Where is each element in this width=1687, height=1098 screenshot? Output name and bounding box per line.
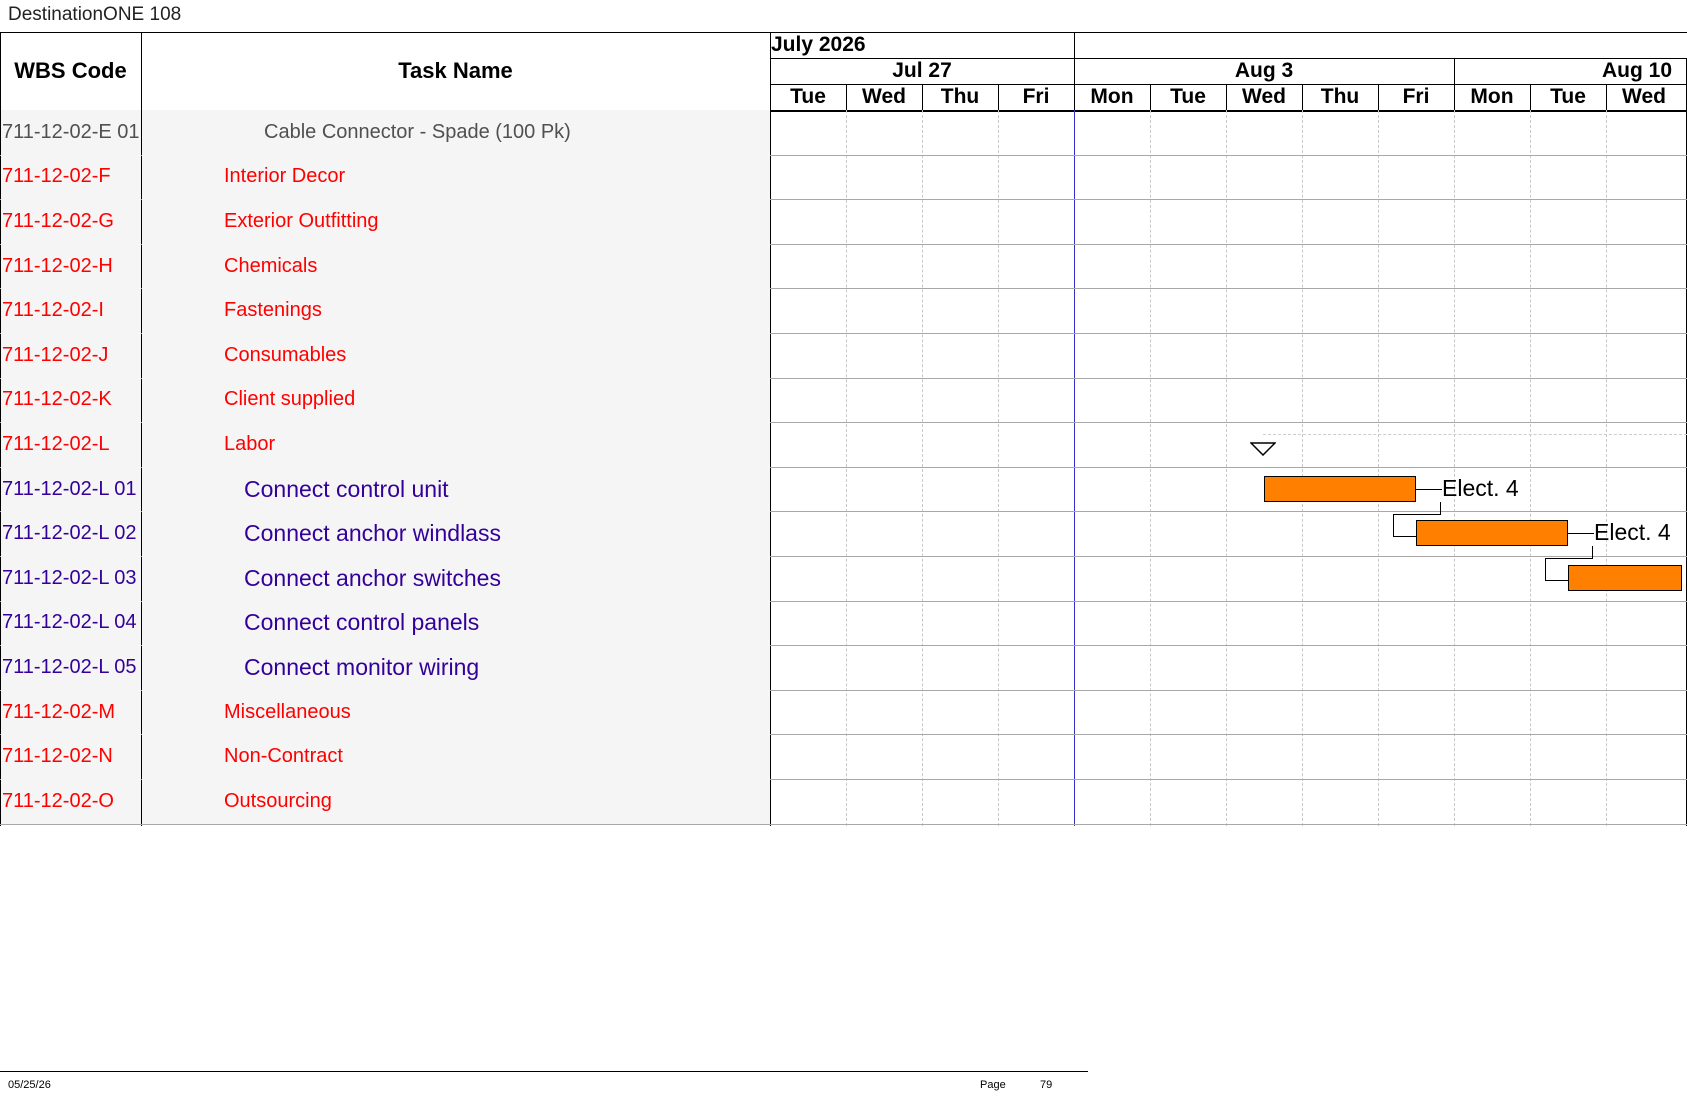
day-header: Fri [1022, 85, 1050, 108]
day-divider [998, 84, 999, 110]
day-guide [922, 110, 923, 826]
day-header: Mon [1470, 85, 1514, 108]
document-title: DestinationONE 108 [8, 4, 182, 25]
day-guide [1226, 110, 1227, 826]
wbs-code-cell: 711-12-02-L [1, 422, 141, 467]
grid-top-border [0, 32, 1687, 33]
task-name-cell[interactable]: Interior Decor [142, 154, 770, 200]
page-number: 79 [1040, 1079, 1053, 1091]
task-name-cell[interactable]: Client supplied [142, 377, 770, 423]
wbs-code-cell: 711-12-02-J [1, 333, 141, 378]
wbs-column-header[interactable]: WBS Code [0, 32, 141, 110]
wbs-code-cell: 711-12-02-E 01 [1, 110, 141, 155]
resource-leader [1416, 488, 1442, 490]
print-date: 05/25/26 [8, 1079, 51, 1091]
resource-leader [1568, 533, 1594, 535]
task-name-cell[interactable]: Connect anchor windlass [142, 511, 770, 556]
task-bar[interactable] [1264, 475, 1416, 502]
task-name-cell[interactable]: Labor [142, 422, 770, 467]
day-header: Tue [790, 85, 826, 108]
wbs-code-cell: 711-12-02-G [1, 199, 141, 244]
column-divider [770, 32, 771, 826]
dependency-link [1393, 513, 1417, 537]
day-divider [1378, 84, 1379, 110]
gantt-grid: WBS Code Task Name July 2026 Jul 27 Aug 3… [0, 32, 1687, 826]
dependency-link [1545, 580, 1569, 582]
wbs-code-cell: 711-12-02-M [1, 689, 141, 735]
row-divider [0, 823, 1687, 825]
summary-span [1263, 434, 1687, 436]
task-name-cell[interactable]: Connect monitor wiring [142, 645, 770, 690]
dependency-link [1545, 558, 1569, 582]
task-name-cell[interactable]: Outsourcing [142, 779, 770, 824]
day-guide [998, 110, 999, 826]
page-label: Page [980, 1079, 1006, 1091]
week-divider [1454, 58, 1455, 84]
summary-marker-icon [1250, 442, 1276, 457]
day-divider [1530, 84, 1531, 110]
status-date-line [1074, 110, 1075, 826]
day-header: Thu [1320, 85, 1360, 108]
day-header: Fri [1402, 85, 1430, 108]
wbs-code-cell: 711-12-02-L 04 [1, 600, 141, 646]
task-name-cell[interactable]: Non-Contract [142, 734, 770, 779]
grid-line [770, 58, 1687, 59]
day-header: Thu [940, 85, 980, 108]
dependency-link [1393, 535, 1417, 537]
day-guide [1606, 110, 1607, 826]
task-name-cell[interactable]: Connect control unit [142, 466, 770, 512]
resource-label: Elect. 4 [1594, 519, 1671, 546]
week-divider [1074, 32, 1075, 84]
week-header: Aug 3 [1234, 59, 1294, 82]
day-header: Wed [1622, 85, 1666, 108]
day-divider [922, 84, 923, 110]
wbs-code-cell: 711-12-02-O [1, 779, 141, 824]
day-divider [1150, 84, 1151, 110]
wbs-code-cell: 711-12-02-L 01 [1, 466, 141, 512]
page-footer: 05/25/26 Page 79 [0, 1071, 1088, 1098]
day-guide [1378, 110, 1379, 826]
grid-line [770, 84, 1687, 85]
task-name-cell[interactable]: Chemicals [142, 243, 770, 289]
day-guide [1530, 110, 1531, 826]
task-name-cell[interactable]: Exterior Outfitting [142, 199, 770, 244]
task-name-cell[interactable]: Consumables [142, 333, 770, 378]
wbs-code-cell: 711-12-02-F [1, 154, 141, 200]
task-name-cell[interactable]: Cable Connector - Spade (100 Pk) [142, 110, 770, 155]
task-name-cell[interactable]: Miscellaneous [142, 689, 770, 735]
wbs-code-cell: 711-12-02-N [1, 734, 141, 779]
week-header: Aug 10 [1601, 59, 1672, 82]
resource-label: Elect. 4 [1442, 474, 1519, 501]
day-guide [1454, 110, 1455, 826]
wbs-code-cell: 711-12-02-K [1, 377, 141, 423]
day-guide [1302, 110, 1303, 826]
day-divider [1226, 84, 1227, 110]
task-bar[interactable] [1416, 520, 1568, 547]
wbs-code-cell: 711-12-02-L 02 [1, 511, 141, 556]
day-divider [846, 84, 847, 110]
day-header: Wed [862, 85, 906, 108]
task-name-cell[interactable]: Fastenings [142, 288, 770, 333]
day-guide [1150, 110, 1151, 826]
day-divider [1454, 84, 1455, 110]
task-name-cell[interactable]: Connect anchor switches [142, 556, 770, 601]
task-bar[interactable] [1568, 565, 1682, 591]
day-header: Tue [1550, 85, 1586, 108]
day-header: Wed [1242, 85, 1286, 108]
day-header: Mon [1090, 85, 1134, 108]
day-header: Tue [1170, 85, 1206, 108]
day-divider [1074, 84, 1075, 110]
wbs-code-cell: 711-12-02-L 03 [1, 556, 141, 601]
wbs-code-cell: 711-12-02-L 05 [1, 645, 141, 690]
month-header: July 2026 [771, 33, 866, 56]
wbs-code-cell: 711-12-02-I [1, 288, 141, 333]
task-name-column-header[interactable]: Task Name [141, 32, 770, 110]
task-name-cell[interactable]: Connect control panels [142, 600, 770, 646]
day-guide [846, 110, 847, 826]
week-header: Jul 27 [892, 59, 952, 82]
day-divider [1302, 84, 1303, 110]
wbs-code-cell: 711-12-02-H [1, 243, 141, 289]
day-divider [1606, 84, 1607, 110]
